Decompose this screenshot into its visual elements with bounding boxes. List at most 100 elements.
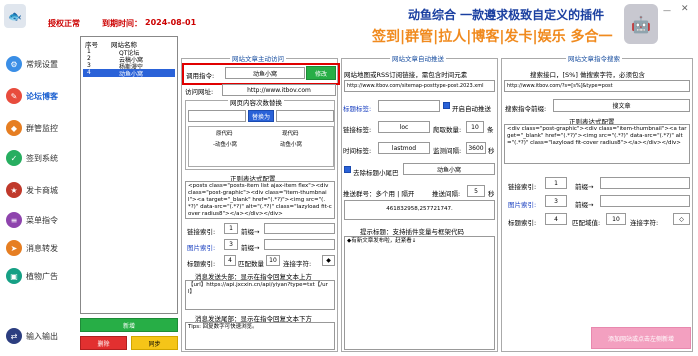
add-button[interactable]: 新增 [80,318,178,332]
push-tip-textarea[interactable]: ◆有新文章发布啦，赶紧看↓ [344,236,495,350]
sidebar-item-group[interactable]: ◆ 群管监控 [6,118,74,138]
prefix-input-3[interactable] [600,177,690,189]
banner-title: 动鱼综合 一款遵求极致自定义的插件 [408,8,605,22]
banner-tagline: 签到|群管|拉人|博客|发卡|娱乐 多合一 [372,29,613,45]
doc-icon: ✎ [6,88,22,104]
img-index-input-3[interactable]: 3 [545,195,567,207]
gear-icon: ⚙ [6,56,22,72]
title-index-input-1[interactable]: 4 [224,255,236,266]
push-interval-input[interactable]: 5 [467,185,485,197]
match-count-input-1[interactable]: 10 [266,255,280,266]
orig-code-label: 原代码 [216,131,233,137]
conn-char-input-1[interactable]: ◆ [322,255,335,266]
search-desc: 搜索接口，[S%] 做搜索字符，必须包含 [530,71,645,79]
replace-from-input[interactable] [188,110,246,122]
save-site-button[interactable]: 添加网站或点击左侧新增 [591,327,691,349]
title-tag-label: 标题标签: [343,105,372,113]
expiry-date: 2024-08-01 [145,18,197,27]
title-index-label-1: 标题索引: [187,260,216,268]
prefix-cmd-input[interactable]: 搜文章 [553,99,690,112]
regex-textarea-3[interactable]: <div class="post-graphic"><div class="it… [504,124,690,164]
orig-code-value: -动鱼小窝 [213,142,237,148]
url-input[interactable]: http://www.itbov.com [222,84,336,96]
panel2-title: 网站文章自动推送 [390,53,446,63]
img-index-input-1[interactable]: 3 [224,239,238,250]
strip-tail-label: 去除标题小尾巴 [353,169,399,177]
match-limit-input-3[interactable]: 10 [606,213,626,225]
replace-table[interactable] [188,126,334,167]
replace-to-input[interactable] [276,110,334,122]
list-item[interactable]: 1 QT论坛 [83,48,175,57]
url-label: 访问网址: [185,88,214,96]
sitemap-input[interactable]: http://www.itbov.com/sitemap-posttype-po… [344,80,495,92]
link-index-input-1[interactable]: 1 [224,223,238,234]
enable-push-label: 开启自动推送 [452,105,491,113]
interval-unit: 秒 [488,147,495,155]
sidebar-item-forward[interactable]: ➤ 消息转发 [6,238,74,258]
strip-tail-input[interactable]: 动鱼小窝 [403,163,495,175]
link-index-input-3[interactable]: 1 [545,177,567,189]
prefix-input-1[interactable] [264,223,335,234]
prefix2-input-1[interactable] [264,239,335,250]
list-item-selected[interactable]: 4 动鱼小窝 [83,69,175,78]
title-tag-input[interactable] [378,100,440,112]
sidebar-item-general[interactable]: ⚙ 常规设置 [6,54,74,74]
site-list[interactable]: 序号 网站名称 1 QT论坛 2 云稿小窝 3 杨斯漫空 4 动鱼小窝 [80,36,178,314]
replace-button[interactable]: 替换为 [248,110,274,122]
groups-textarea[interactable]: 461832958,257721747. [344,200,495,220]
enable-push-checkbox[interactable] [443,102,450,109]
cmd-input[interactable]: 动鱼小窝 [225,67,305,79]
match-count-label-1: 匹配数量 [238,260,264,268]
app-logo: 🐟 [4,4,26,28]
check-icon: ✓ [6,150,22,166]
delete-button[interactable]: 删除 [80,336,127,350]
regex-textarea-1[interactable]: <posts class="posts-item list ajax-item … [185,181,335,219]
conn-char-input-3[interactable]: ◇ [673,213,690,225]
banner: 动鱼综合 一款遵求极致自定义的插件 签到|群管|拉人|博客|发卡|娱乐 多合一 … [372,4,658,50]
expiry-label: 到期时间： [102,19,142,28]
repl-code-label: 现代码 [282,131,299,137]
replace-title: 网页内容次数替换 [228,97,284,107]
io-icon: ⇄ [6,328,22,344]
list-item[interactable]: 3 杨斯漫空 [83,62,175,71]
robot-icon: 🤖 [624,4,658,44]
list-item[interactable]: 2 云稿小窝 [83,55,175,64]
forward-icon: ➤ [6,240,22,256]
prefix2-label-1: 前缀→ [241,244,260,252]
sidebar-item-menu[interactable]: ≡ 菜单指令 [6,210,74,230]
link-tag-label: 链接标签: [343,126,372,134]
header-textarea[interactable]: 【url】https://api.jxcxin.cn/api/yiyan?typ… [185,280,335,310]
repl-code-value: 动鱼小窝 [280,142,303,148]
time-tag-label: 时间标签: [343,147,372,155]
crawl-unit: 条 [487,126,494,134]
push-tip-label: 提示标题：支持插件变量与框架代码 [360,228,464,236]
prefix-label-1: 前缀→ [241,228,260,236]
sidebar-item-io[interactable]: ⇄ 输入输出 [6,326,74,346]
sync-button[interactable]: 同步 [131,336,178,350]
conn-char-label-1: 连接字符: [283,260,312,268]
img-index-label-3: 图片索引: [508,201,537,209]
auth-status: 授权正常 [48,19,80,28]
push-interval-label: 推送间隔: [432,190,461,198]
cmd-label: 调用指令: [186,72,215,80]
strip-tail-checkbox[interactable] [344,166,351,173]
link-tag-input[interactable]: loc [378,121,430,133]
img-index-label-1: 图片索引: [187,244,216,252]
sidebar-item-shop[interactable]: ★ 发卡商城 [6,180,74,200]
title-index-input-3[interactable]: 4 [545,213,567,225]
modify-button[interactable]: 修改 [306,66,336,80]
sidebar-item-forum[interactable]: ✎ 论坛博客 [6,86,74,106]
minimize-icon[interactable]: — [663,6,673,16]
prefix-label-3: 前缀→ [575,183,594,191]
crawl-input[interactable]: 10 [466,121,484,133]
search-url-input[interactable]: http://www.itbov.com/?s=[s%]&type=post [504,80,690,92]
interval-input[interactable]: 3600 [466,142,486,154]
match-limit-label-3: 匹配域值: [572,219,601,227]
sidebar-item-ads[interactable]: ▣ 植物广告 [6,266,74,286]
close-icon[interactable]: ✕ [681,4,691,14]
sidebar-item-signin[interactable]: ✓ 签到系统 [6,148,74,168]
prefix2-input-3[interactable] [600,195,690,207]
footer-textarea[interactable]: Tips: 回复数字可快速浏览。 [185,322,335,350]
link-index-label-1: 链接索引: [187,228,216,236]
time-tag-input[interactable]: lastmod [378,142,430,154]
